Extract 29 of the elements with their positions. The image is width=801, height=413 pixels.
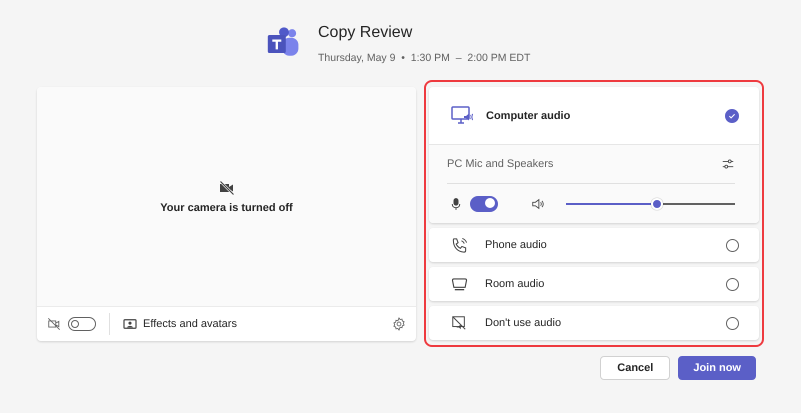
audio-option[interactable]: Phone audio [429,228,759,262]
audio-settings-icon[interactable] [721,157,735,171]
audio-option[interactable]: Room audio [429,267,759,301]
monitor-speaker-icon [451,106,473,126]
volume-slider-thumb[interactable] [651,198,664,210]
phone-icon [451,236,468,254]
camera-off-message: Your camera is turned off [160,202,293,214]
microphone-icon [451,196,461,210]
meeting-title: Copy Review [318,24,414,42]
audio-device-name: PC Mic and Speakers [447,158,554,170]
effects-button[interactable]: Effects and avatars [123,318,237,330]
radio-button[interactable] [725,108,739,122]
speaker-icon [531,196,545,210]
meeting-schedule: Thursday, May 9 • 1:30 PM – 2:00 PM EDT [318,52,530,64]
cancel-button[interactable]: Cancel [600,356,670,380]
room-device-icon [451,276,468,292]
effects-icon [123,318,137,330]
radio-button[interactable] [726,316,739,330]
audio-option[interactable]: Don't use audio [429,306,759,340]
radio-button[interactable] [726,278,739,290]
camera-off-icon [218,180,234,196]
speaker-off-icon [451,315,467,331]
radio-button[interactable] [726,238,739,252]
camera-toggle[interactable] [68,317,96,331]
camera-off-icon [47,317,61,331]
settings-icon[interactable] [392,317,406,331]
microphone-toggle[interactable] [470,196,498,212]
join-button[interactable]: Join now [678,356,756,380]
volume-slider[interactable] [566,198,735,210]
